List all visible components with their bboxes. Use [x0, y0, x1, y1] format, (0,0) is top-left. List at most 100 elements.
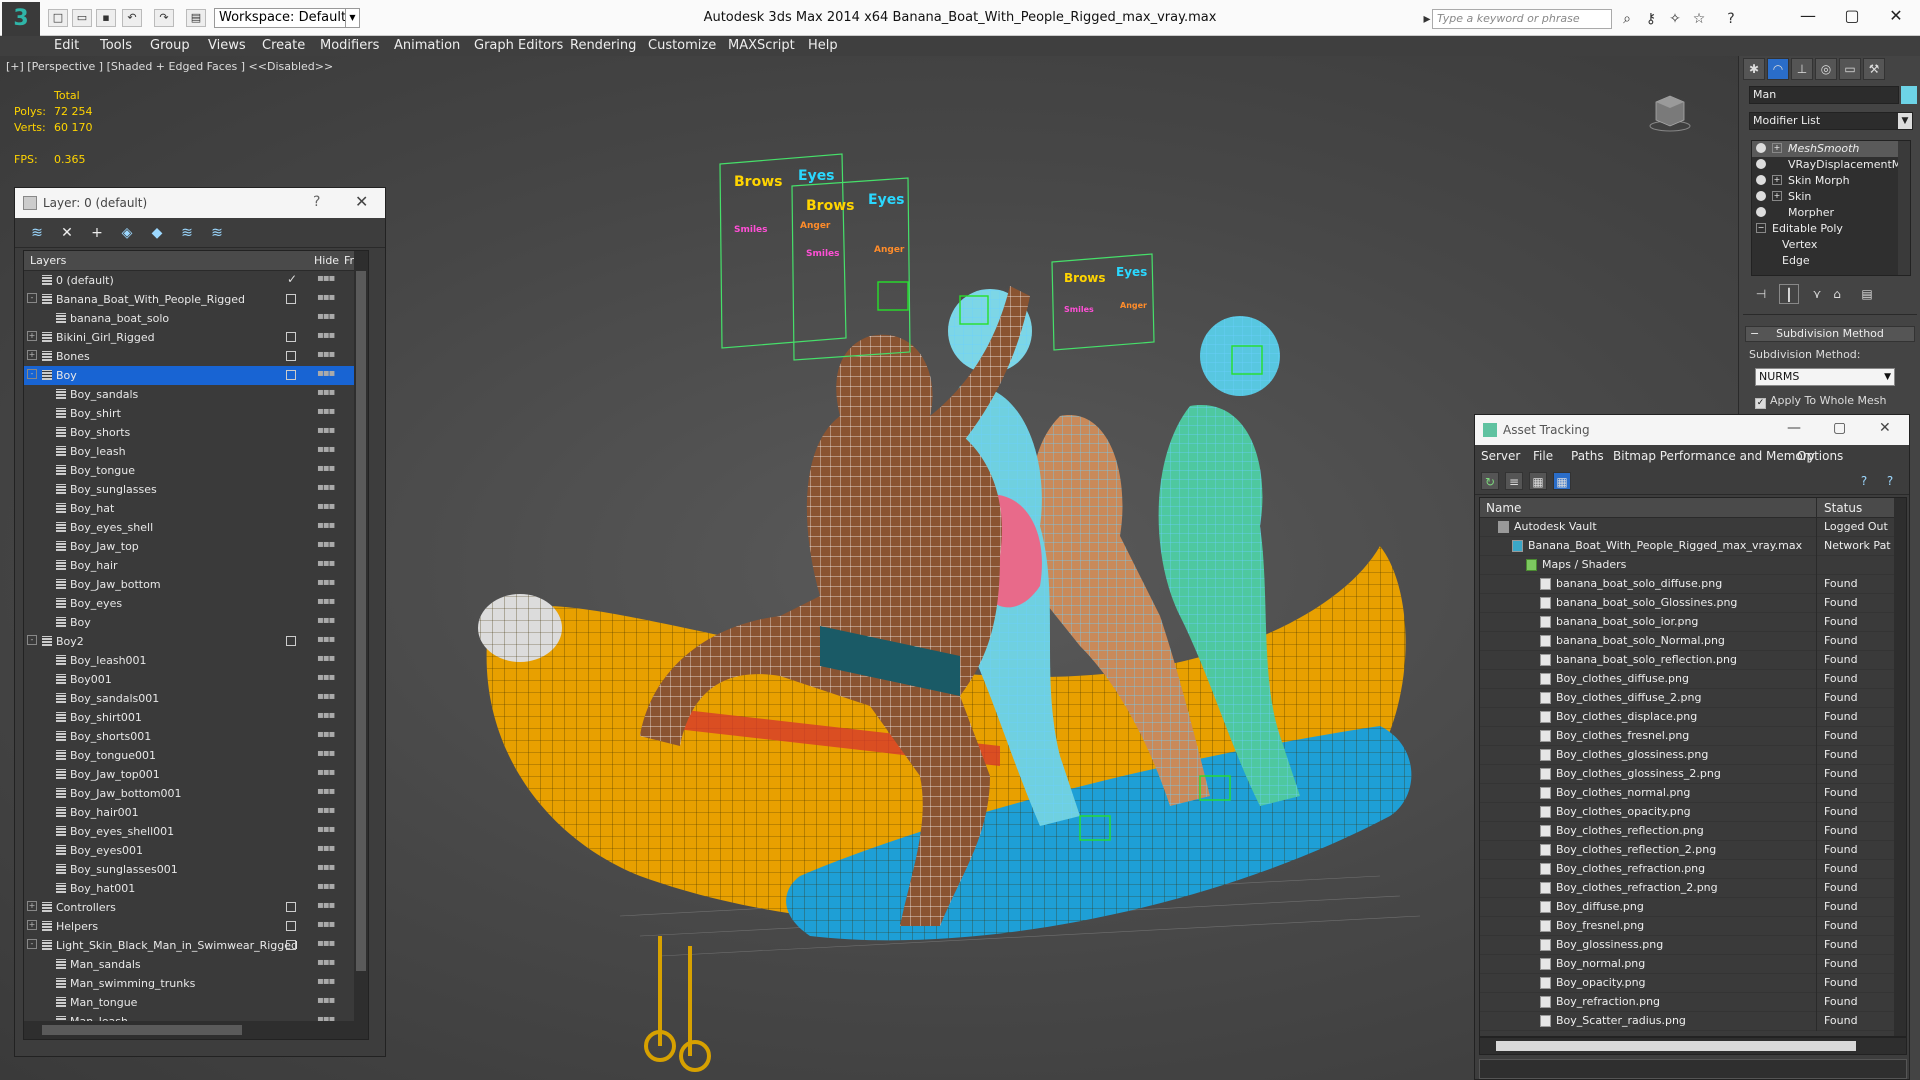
lightbulb-icon[interactable] — [1756, 191, 1766, 201]
layer-row[interactable]: Boy_shirt ▪▪▪ — [24, 404, 368, 423]
freeze-toggle[interactable]: ▪▪▪ — [317, 273, 335, 284]
expand-icon[interactable]: + — [1772, 143, 1782, 153]
asset-row[interactable]: banana_boat_solo_Normal.png Found — [1480, 632, 1906, 651]
refresh-icon[interactable]: ↻ — [1481, 472, 1499, 490]
viewcube-icon[interactable] — [1648, 92, 1692, 132]
menu-tools[interactable]: Tools — [100, 38, 132, 53]
collapse-icon[interactable]: - — [27, 369, 37, 379]
menu-graph-editors[interactable]: Graph Editors — [474, 38, 563, 53]
asset-row[interactable]: Boy_clothes_displace.png Found — [1480, 708, 1906, 727]
help-icon[interactable]: ? — [313, 194, 320, 210]
asset-vertical-scrollbar[interactable] — [1894, 498, 1906, 1036]
layer-row[interactable]: Boy_sandals001 ▪▪▪ — [24, 689, 368, 708]
maximize-icon[interactable]: ▢ — [1833, 420, 1846, 436]
asset-horizontal-scrollbar[interactable] — [1479, 1037, 1907, 1055]
collapse-icon[interactable]: - — [27, 635, 37, 645]
modifier-stack-item[interactable]: + Skin — [1752, 189, 1910, 205]
layer-row[interactable]: - Boy ▪▪▪ — [24, 366, 368, 385]
freeze-toggle[interactable]: ▪▪▪ — [317, 957, 335, 968]
subdivision-method-select[interactable]: NURMS ▼ — [1755, 368, 1895, 386]
freeze-toggle[interactable]: ▪▪▪ — [317, 995, 335, 1006]
layer-window-titlebar[interactable]: Layer: 0 (default) ? ✕ — [15, 188, 385, 218]
layer-row[interactable]: + Helpers ▪▪▪ — [24, 917, 368, 936]
favorites-star-icon[interactable]: ☆ — [1690, 10, 1708, 28]
freeze-toggle[interactable]: ▪▪▪ — [317, 653, 335, 664]
freeze-toggle[interactable]: ▪▪▪ — [317, 520, 335, 531]
lightbulb-icon[interactable] — [1756, 159, 1766, 169]
asset-row[interactable]: Boy_clothes_refraction_2.png Found — [1480, 879, 1906, 898]
highlight-layer-icon[interactable]: ◆ — [147, 224, 167, 242]
freeze-toggle[interactable]: ▪▪▪ — [317, 596, 335, 607]
asset-row[interactable]: banana_boat_solo_Glossines.png Found — [1480, 594, 1906, 613]
layer-row[interactable]: Boy_Jaw_bottom ▪▪▪ — [24, 575, 368, 594]
freeze-toggle[interactable]: ▪▪▪ — [317, 330, 335, 341]
binoculars-icon[interactable]: ⌕ — [1618, 10, 1636, 28]
show-end-result-icon[interactable]: ┃ — [1779, 284, 1799, 304]
remove-modifier-icon[interactable]: ⌂ — [1827, 284, 1847, 304]
asset-row[interactable]: Maps / Shaders — [1480, 556, 1906, 575]
layer-row[interactable]: Boy_hair001 ▪▪▪ — [24, 803, 368, 822]
minimize-icon[interactable]: — — [1788, 4, 1828, 28]
asset-row[interactable]: Autodesk Vault Logged Out — [1480, 518, 1906, 537]
layer-row[interactable]: - Boy2 ▪▪▪ — [24, 632, 368, 651]
layer-row[interactable]: Boy_leash001 ▪▪▪ — [24, 651, 368, 670]
asset-list[interactable]: Name Status Autodesk Vault Logged Out Bana… — [1479, 497, 1907, 1037]
asset-menu-bitmap-performance[interactable]: Bitmap Performance and Memory — [1613, 449, 1815, 463]
asset-menu-file[interactable]: File — [1533, 449, 1553, 463]
col-layers[interactable]: Layers — [30, 254, 66, 267]
menu-modifiers[interactable]: Modifiers — [320, 38, 379, 53]
layer-row[interactable]: Boy_tongue001 ▪▪▪ — [24, 746, 368, 765]
lightbulb-icon[interactable] — [1756, 207, 1766, 217]
menu-customize[interactable]: Customize — [648, 38, 716, 53]
lightbulb-icon[interactable] — [1756, 143, 1766, 153]
layer-row[interactable]: + Controllers ▪▪▪ — [24, 898, 368, 917]
menu-views[interactable]: Views — [208, 38, 246, 53]
freeze-toggle[interactable]: ▪▪▪ — [317, 672, 335, 683]
modifier-stack-item[interactable]: Vertex — [1752, 237, 1910, 253]
freeze-toggle[interactable]: ▪▪▪ — [317, 463, 335, 474]
expand-icon[interactable]: + — [27, 350, 37, 360]
asset-row[interactable]: Boy_fresnel.png Found — [1480, 917, 1906, 936]
subscription-icon[interactable]: ⚷ — [1642, 10, 1660, 28]
asset-row[interactable]: Boy_clothes_fresnel.png Found — [1480, 727, 1906, 746]
close-icon[interactable]: ✕ — [1879, 420, 1891, 436]
scroll-thumb[interactable] — [356, 271, 366, 971]
layer-row[interactable]: Boy_shirt001 ▪▪▪ — [24, 708, 368, 727]
minimize-icon[interactable]: — — [1787, 420, 1801, 436]
collapse-icon[interactable]: - — [27, 293, 37, 303]
modifier-stack[interactable]: + MeshSmooth VRayDisplacementMod + Skin Morp… — [1751, 140, 1911, 276]
modify-tab-icon[interactable]: ◠ — [1767, 58, 1789, 80]
asset-row[interactable]: banana_boat_solo_diffuse.png Found — [1480, 575, 1906, 594]
scroll-thumb[interactable] — [1496, 1041, 1856, 1051]
lightbulb-icon[interactable] — [1756, 175, 1766, 185]
configure-modifier-sets-icon[interactable]: ▤ — [1857, 284, 1877, 304]
modifier-stack-item[interactable]: Morpher — [1752, 205, 1910, 221]
freeze-toggle[interactable]: ▪▪▪ — [317, 938, 335, 949]
freeze-toggle[interactable]: ▪▪▪ — [317, 881, 335, 892]
layer-row[interactable]: Boy_eyes001 ▪▪▪ — [24, 841, 368, 860]
modifier-stack-item[interactable]: + Skin Morph — [1752, 173, 1910, 189]
asset-window-titlebar[interactable]: Asset Tracking — ▢ ✕ — [1475, 415, 1909, 445]
collapse-icon[interactable]: - — [27, 939, 37, 949]
select-in-layer-icon[interactable]: ◈ — [117, 224, 137, 242]
asset-row[interactable]: Boy_refraction.png Found — [1480, 993, 1906, 1012]
hide-all-layers-icon[interactable]: ≋ — [177, 224, 197, 242]
layer-row[interactable]: Boy_sandals ▪▪▪ — [24, 385, 368, 404]
layer-row[interactable]: Boy_hat001 ▪▪▪ — [24, 879, 368, 898]
freeze-toggle[interactable]: ▪▪▪ — [317, 368, 335, 379]
asset-row[interactable]: Boy_glossiness.png Found — [1480, 936, 1906, 955]
modifier-list-dropdown[interactable]: Modifier List ▼ — [1749, 112, 1913, 130]
freeze-toggle[interactable]: ▪▪▪ — [317, 482, 335, 493]
freeze-toggle[interactable]: ▪▪▪ — [317, 577, 335, 588]
freeze-toggle[interactable]: ▪▪▪ — [317, 539, 335, 550]
asset-row[interactable]: Boy_clothes_reflection_2.png Found — [1480, 841, 1906, 860]
asset-row[interactable]: Boy_opacity.png Found — [1480, 974, 1906, 993]
asset-row[interactable]: Boy_clothes_reflection.png Found — [1480, 822, 1906, 841]
asset-row[interactable]: banana_boat_solo_reflection.png Found — [1480, 651, 1906, 670]
layer-manager-window[interactable]: Layer: 0 (default) ? ✕ ≋ ✕ + ◈ ◆ ≋ ≋ Lay… — [14, 187, 386, 1057]
menu-group[interactable]: Group — [150, 38, 190, 53]
asset-row[interactable]: banana_boat_solo_ior.png Found — [1480, 613, 1906, 632]
table-view-icon[interactable]: ▦ — [1529, 472, 1547, 490]
object-color-swatch[interactable] — [1901, 86, 1917, 104]
freeze-toggle[interactable]: ▪▪▪ — [317, 824, 335, 835]
